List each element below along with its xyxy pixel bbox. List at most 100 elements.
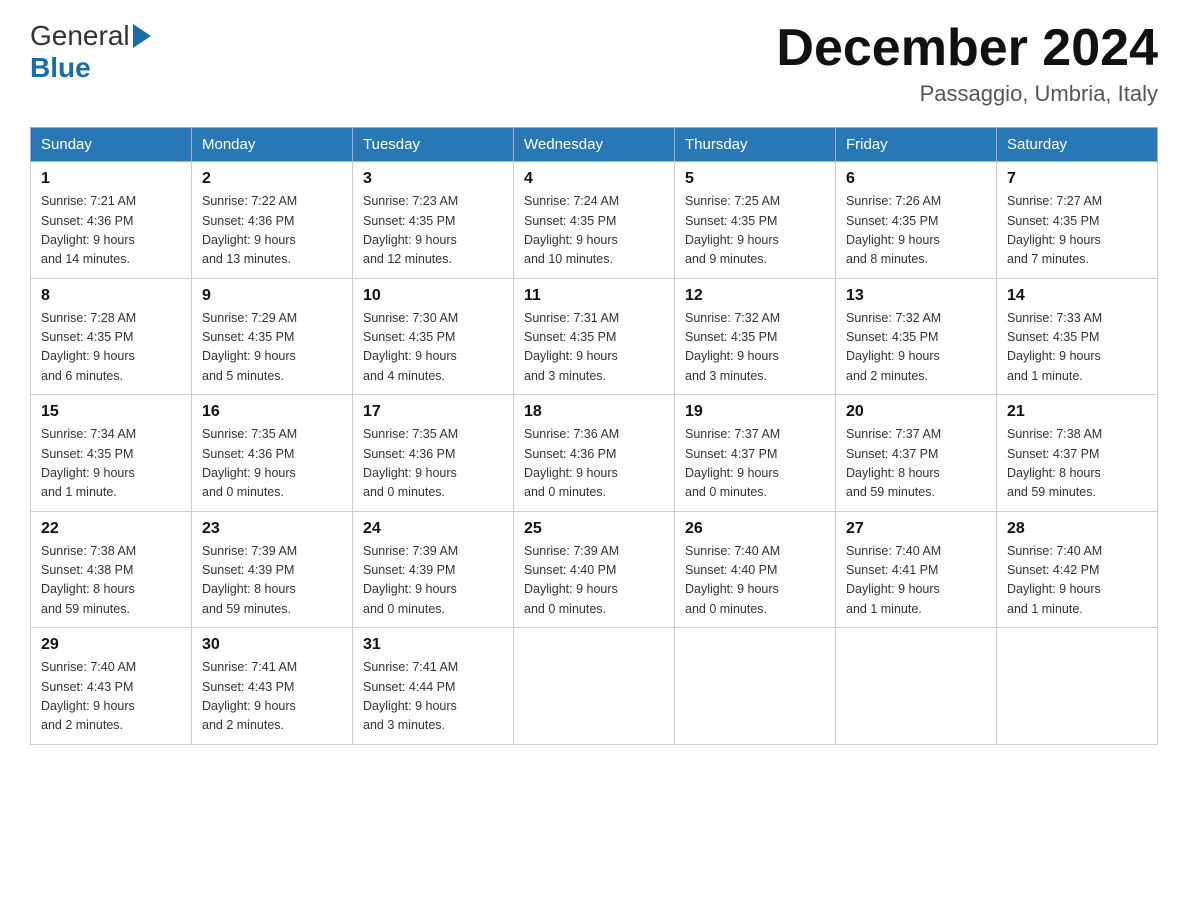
table-row: 20Sunrise: 7:37 AMSunset: 4:37 PMDayligh… <box>836 395 997 512</box>
day-info: Sunrise: 7:25 AMSunset: 4:35 PMDaylight:… <box>685 192 825 270</box>
table-row: 24 Sunrise: 7:39 AMSunset: 4:39 PMDayligh… <box>353 511 514 628</box>
table-row: 29 Sunrise: 7:40 AMSunset: 4:43 PMDayligh… <box>31 628 192 745</box>
col-tuesday: Tuesday <box>353 128 514 162</box>
table-row: 14 Sunrise: 7:33 AMSunset: 4:35 PMDayligh… <box>997 278 1158 395</box>
table-row: 27 Sunrise: 7:40 AMSunset: 4:41 PMDayligh… <box>836 511 997 628</box>
day-info: Sunrise: 7:35 AMSunset: 4:36 PMDaylight:… <box>363 425 503 503</box>
day-number: 31 <box>363 636 503 654</box>
calendar-week-row: 22Sunrise: 7:38 AMSunset: 4:38 PMDayligh… <box>31 511 1158 628</box>
day-info: Sunrise: 7:30 AMSunset: 4:35 PMDaylight:… <box>363 309 503 387</box>
table-row: 26 Sunrise: 7:40 AMSunset: 4:40 PMDayligh… <box>675 511 836 628</box>
day-info: Sunrise: 7:29 AMSunset: 4:35 PMDaylight:… <box>202 309 342 387</box>
table-row: 1 Sunrise: 7:21 AMSunset: 4:36 PMDaylight… <box>31 162 192 279</box>
table-row: 15 Sunrise: 7:34 AMSunset: 4:35 PMDayligh… <box>31 395 192 512</box>
day-info: Sunrise: 7:40 AMSunset: 4:42 PMDaylight:… <box>1007 542 1147 620</box>
table-row: 3 Sunrise: 7:23 AMSunset: 4:35 PMDaylight… <box>353 162 514 279</box>
day-info: Sunrise: 7:35 AMSunset: 4:36 PMDaylight:… <box>202 425 342 503</box>
page-header: General Blue December 2024 Passaggio, Um… <box>30 20 1158 107</box>
day-info: Sunrise: 7:41 AMSunset: 4:43 PMDaylight:… <box>202 658 342 736</box>
table-row: 12 Sunrise: 7:32 AMSunset: 4:35 PMDayligh… <box>675 278 836 395</box>
day-info: Sunrise: 7:39 AMSunset: 4:40 PMDaylight:… <box>524 542 664 620</box>
table-row: 6 Sunrise: 7:26 AMSunset: 4:35 PMDaylight… <box>836 162 997 279</box>
day-number: 27 <box>846 520 986 538</box>
col-sunday: Sunday <box>31 128 192 162</box>
day-info: Sunrise: 7:23 AMSunset: 4:35 PMDaylight:… <box>363 192 503 270</box>
table-row <box>836 628 997 745</box>
day-number: 3 <box>363 170 503 188</box>
day-number: 24 <box>363 520 503 538</box>
title-block: December 2024 Passaggio, Umbria, Italy <box>776 20 1158 107</box>
day-number: 5 <box>685 170 825 188</box>
table-row <box>514 628 675 745</box>
col-monday: Monday <box>192 128 353 162</box>
day-info: Sunrise: 7:41 AMSunset: 4:44 PMDaylight:… <box>363 658 503 736</box>
location-subtitle: Passaggio, Umbria, Italy <box>776 81 1158 107</box>
table-row: 10 Sunrise: 7:30 AMSunset: 4:35 PMDayligh… <box>353 278 514 395</box>
day-info: Sunrise: 7:38 AMSunset: 4:37 PMDaylight:… <box>1007 425 1147 503</box>
calendar-week-row: 1 Sunrise: 7:21 AMSunset: 4:36 PMDaylight… <box>31 162 1158 279</box>
table-row: 7 Sunrise: 7:27 AMSunset: 4:35 PMDaylight… <box>997 162 1158 279</box>
col-wednesday: Wednesday <box>514 128 675 162</box>
table-row: 23Sunrise: 7:39 AMSunset: 4:39 PMDayligh… <box>192 511 353 628</box>
day-number: 14 <box>1007 287 1147 305</box>
day-info: Sunrise: 7:24 AMSunset: 4:35 PMDaylight:… <box>524 192 664 270</box>
day-info: Sunrise: 7:26 AMSunset: 4:35 PMDaylight:… <box>846 192 986 270</box>
col-thursday: Thursday <box>675 128 836 162</box>
table-row: 19 Sunrise: 7:37 AMSunset: 4:37 PMDayligh… <box>675 395 836 512</box>
day-info: Sunrise: 7:40 AMSunset: 4:43 PMDaylight:… <box>41 658 181 736</box>
col-friday: Friday <box>836 128 997 162</box>
day-info: Sunrise: 7:34 AMSunset: 4:35 PMDaylight:… <box>41 425 181 503</box>
day-info: Sunrise: 7:28 AMSunset: 4:35 PMDaylight:… <box>41 309 181 387</box>
logo-triangle-icon <box>133 24 151 48</box>
day-number: 18 <box>524 403 664 421</box>
day-number: 30 <box>202 636 342 654</box>
day-number: 26 <box>685 520 825 538</box>
table-row: 16Sunrise: 7:35 AMSunset: 4:36 PMDayligh… <box>192 395 353 512</box>
day-number: 10 <box>363 287 503 305</box>
table-row: 25 Sunrise: 7:39 AMSunset: 4:40 PMDayligh… <box>514 511 675 628</box>
calendar-header-row: Sunday Monday Tuesday Wednesday Thursday… <box>31 128 1158 162</box>
day-info: Sunrise: 7:32 AMSunset: 4:35 PMDaylight:… <box>846 309 986 387</box>
table-row: 22Sunrise: 7:38 AMSunset: 4:38 PMDayligh… <box>31 511 192 628</box>
day-info: Sunrise: 7:40 AMSunset: 4:40 PMDaylight:… <box>685 542 825 620</box>
table-row: 17 Sunrise: 7:35 AMSunset: 4:36 PMDayligh… <box>353 395 514 512</box>
table-row: 30 Sunrise: 7:41 AMSunset: 4:43 PMDayligh… <box>192 628 353 745</box>
day-info: Sunrise: 7:40 AMSunset: 4:41 PMDaylight:… <box>846 542 986 620</box>
day-number: 13 <box>846 287 986 305</box>
day-info: Sunrise: 7:38 AMSunset: 4:38 PMDaylight:… <box>41 542 181 620</box>
day-info: Sunrise: 7:36 AMSunset: 4:36 PMDaylight:… <box>524 425 664 503</box>
day-info: Sunrise: 7:32 AMSunset: 4:35 PMDaylight:… <box>685 309 825 387</box>
day-number: 9 <box>202 287 342 305</box>
day-info: Sunrise: 7:33 AMSunset: 4:35 PMDaylight:… <box>1007 309 1147 387</box>
day-number: 6 <box>846 170 986 188</box>
day-info: Sunrise: 7:37 AMSunset: 4:37 PMDaylight:… <box>685 425 825 503</box>
day-number: 17 <box>363 403 503 421</box>
col-saturday: Saturday <box>997 128 1158 162</box>
day-number: 7 <box>1007 170 1147 188</box>
day-info: Sunrise: 7:39 AMSunset: 4:39 PMDaylight:… <box>363 542 503 620</box>
calendar-week-row: 8 Sunrise: 7:28 AMSunset: 4:35 PMDaylight… <box>31 278 1158 395</box>
table-row: 21Sunrise: 7:38 AMSunset: 4:37 PMDayligh… <box>997 395 1158 512</box>
day-number: 8 <box>41 287 181 305</box>
day-number: 4 <box>524 170 664 188</box>
day-info: Sunrise: 7:21 AMSunset: 4:36 PMDaylight:… <box>41 192 181 270</box>
day-number: 29 <box>41 636 181 654</box>
day-number: 25 <box>524 520 664 538</box>
day-number: 1 <box>41 170 181 188</box>
day-number: 12 <box>685 287 825 305</box>
day-number: 19 <box>685 403 825 421</box>
calendar-week-row: 29 Sunrise: 7:40 AMSunset: 4:43 PMDayligh… <box>31 628 1158 745</box>
month-title: December 2024 <box>776 20 1158 77</box>
calendar-week-row: 15 Sunrise: 7:34 AMSunset: 4:35 PMDayligh… <box>31 395 1158 512</box>
table-row: 28 Sunrise: 7:40 AMSunset: 4:42 PMDayligh… <box>997 511 1158 628</box>
logo: General Blue <box>30 20 151 84</box>
table-row: 9 Sunrise: 7:29 AMSunset: 4:35 PMDaylight… <box>192 278 353 395</box>
day-info: Sunrise: 7:27 AMSunset: 4:35 PMDaylight:… <box>1007 192 1147 270</box>
table-row: 11Sunrise: 7:31 AMSunset: 4:35 PMDayligh… <box>514 278 675 395</box>
day-number: 15 <box>41 403 181 421</box>
calendar-table: Sunday Monday Tuesday Wednesday Thursday… <box>30 127 1158 745</box>
logo-blue-text: Blue <box>30 52 91 84</box>
day-info: Sunrise: 7:39 AMSunset: 4:39 PMDaylight:… <box>202 542 342 620</box>
table-row: 2Sunrise: 7:22 AMSunset: 4:36 PMDaylight… <box>192 162 353 279</box>
day-number: 28 <box>1007 520 1147 538</box>
